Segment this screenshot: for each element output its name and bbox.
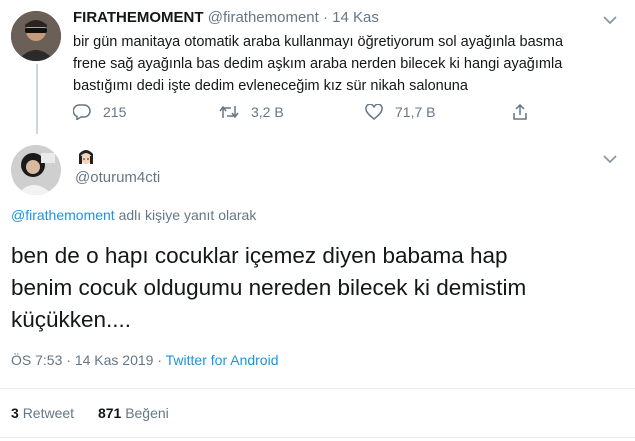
thread-connector-line <box>36 64 38 134</box>
display-name[interactable]: FIRATHEMOMENT <box>73 9 204 26</box>
avatar-firathemoment[interactable] <box>11 11 61 61</box>
tweet-time[interactable]: ÖS 7:53 <box>11 352 62 368</box>
tweet-date[interactable]: 14 Kas <box>332 9 379 26</box>
tweet-text-line: bastığımı dedi işte dedim evleneceğim kı… <box>73 78 468 94</box>
divider <box>0 437 635 438</box>
reply-button[interactable]: 215 <box>73 104 126 120</box>
chevron-down-icon[interactable] <box>603 12 617 30</box>
like-stat-count: 871 <box>97 405 122 421</box>
tweet-text-line: frene sağ ayağınla bas dedim aşkım araba… <box>73 56 563 72</box>
share-icon <box>513 104 527 120</box>
reply-to-suffix: adlı kişiye yanıt olarak <box>118 207 257 223</box>
tweet-date[interactable]: 14 Kas 2019 <box>75 352 154 368</box>
avatar-oturum4cti[interactable] <box>11 145 61 195</box>
separator-dot: · <box>66 352 71 368</box>
like-stat-label: Beğeni <box>125 405 169 421</box>
tweet-text-line: bir gün manitaya otomatik araba kullanma… <box>73 34 564 50</box>
retweet-stat-label: Retweet <box>22 405 75 421</box>
reply-count: 215 <box>103 104 127 120</box>
retweet-stat[interactable]: 3 Retweet <box>11 405 78 421</box>
reply-tweet-text: ben de o hapı cocuklar içemez diyen baba… <box>11 240 526 336</box>
share-button[interactable] <box>512 104 540 120</box>
separator-dot: · <box>323 9 328 26</box>
like-button[interactable]: 71,7 B <box>365 104 435 120</box>
retweet-stat-count: 3 <box>11 405 19 421</box>
reply-to-handle-link[interactable]: @firathemoment <box>11 207 115 223</box>
tweet-source-link[interactable]: Twitter for Android <box>166 352 279 368</box>
reply-text-line: benim cocuk oldugumu nereden bilecek ki … <box>11 275 527 300</box>
reply-text-line: küçükken.... <box>11 307 132 332</box>
reply-text-line: ben de o hapı cocuklar içemez diyen baba… <box>11 243 508 268</box>
tweet-meta: ÖS 7:53 · 14 Kas 2019 · Twitter for Andr… <box>11 352 278 368</box>
reply-author-handle[interactable]: @oturum4cti <box>75 169 160 186</box>
chevron-down-icon[interactable] <box>603 151 617 169</box>
like-count: 71,7 B <box>395 104 436 120</box>
tweet-text: bir gün manitaya otomatik araba kullanma… <box>73 31 563 97</box>
divider <box>0 388 635 389</box>
retweet-icon <box>219 105 239 119</box>
reply-context: @firathemoment adlı kişiye yanıt olarak <box>11 207 256 223</box>
heart-icon <box>365 104 383 120</box>
handle[interactable]: @firathemoment <box>208 9 319 26</box>
like-stat[interactable]: 871 Beğeni <box>98 405 169 421</box>
retweet-button[interactable]: 3,2 B <box>219 104 284 120</box>
reply-icon <box>73 104 91 120</box>
retweet-count: 3,2 B <box>251 104 284 120</box>
tweet-stats: 3 Retweet 871 Beğeni <box>11 405 169 421</box>
separator-dot: · <box>157 352 163 368</box>
